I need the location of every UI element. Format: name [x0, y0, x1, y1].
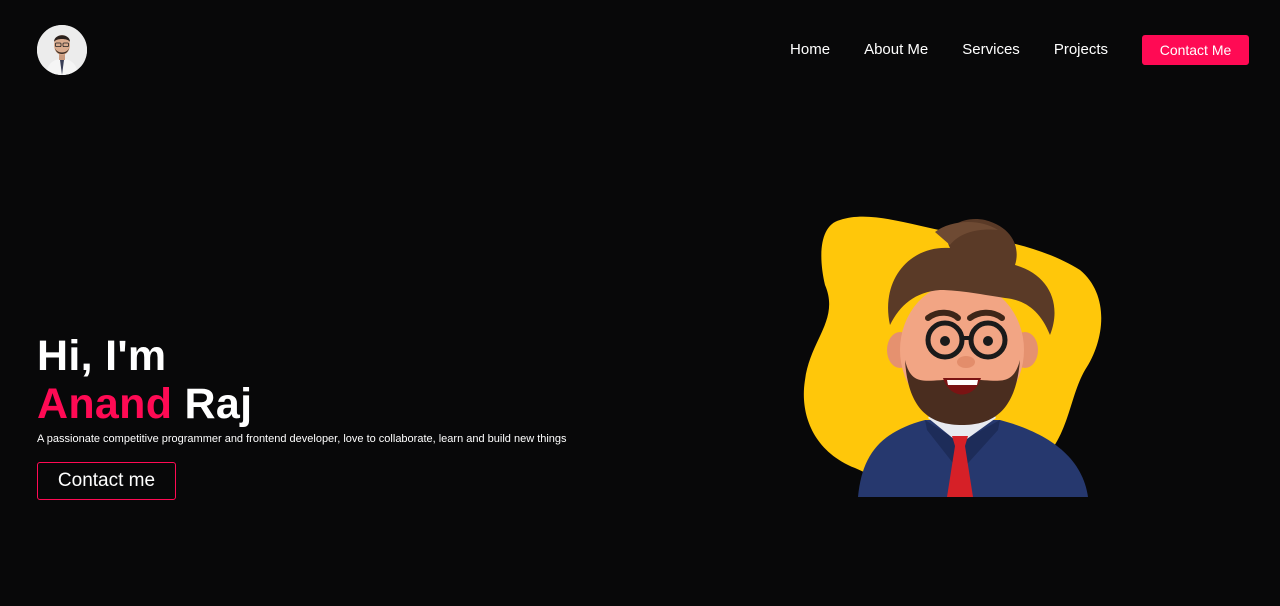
hero-name: Anand Raj [37, 380, 567, 428]
hero-illustration [800, 210, 1110, 500]
nav-link-home[interactable]: Home [790, 35, 830, 65]
profile-avatar[interactable] [37, 25, 87, 75]
hero-last-name: Raj [184, 380, 253, 428]
contact-me-nav-button[interactable]: Contact Me [1142, 35, 1249, 65]
nav-link-about-me[interactable]: About Me [864, 35, 928, 65]
hero-greeting: Hi, I'm [37, 332, 167, 380]
nav-link-services[interactable]: Services [962, 35, 1020, 65]
profile-photo-icon [37, 25, 87, 75]
contact-me-hero-button[interactable]: Contact me [37, 462, 176, 500]
nav-link-projects[interactable]: Projects [1054, 35, 1108, 65]
hero-section: Hi, I'm Anand Raj A passionate competiti… [37, 332, 567, 500]
hero-first-name: Anand [37, 380, 173, 428]
main-nav: Home About Me Services Projects Contact … [790, 35, 1249, 65]
hero-tagline: A passionate competitive programmer and … [37, 433, 567, 445]
cartoon-developer-avatar-icon [803, 216, 1102, 497]
